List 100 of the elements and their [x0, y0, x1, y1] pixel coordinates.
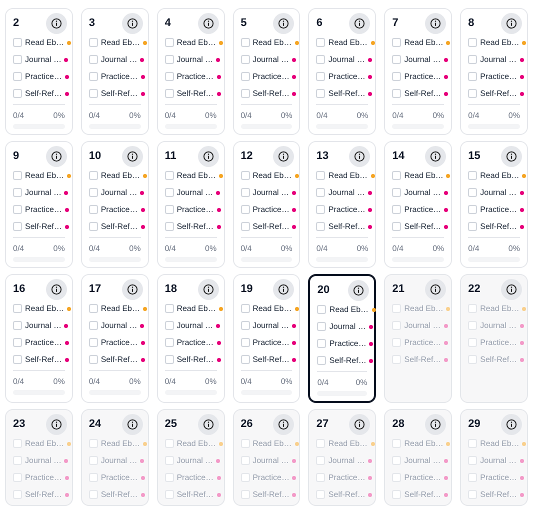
task-checkbox[interactable]	[164, 222, 174, 231]
task-checkbox[interactable]	[392, 89, 402, 98]
task-checkbox[interactable]	[13, 355, 22, 364]
day-card[interactable]: 23 Read Eb… Journal … Practice… Self-Ref…	[5, 409, 73, 506]
day-card[interactable]: 6 Read Eb… Journal … Practice… Self-Ref… 0/4 0%	[308, 8, 376, 135]
task-checkbox[interactable]	[316, 55, 326, 64]
task-checkbox[interactable]	[468, 55, 478, 64]
day-card[interactable]: 18 Read Eb… Journal … Practice… Self-Ref… 0/4 0%	[156, 274, 225, 403]
task-checkbox[interactable]	[13, 456, 22, 465]
day-card[interactable]: 12 Read Eb… Journal … Practice… Self-Ref… 0/4 0%	[232, 141, 300, 268]
task-checkbox[interactable]	[468, 205, 478, 214]
info-button[interactable]	[200, 15, 217, 32]
task-checkbox[interactable]	[240, 205, 250, 214]
task-checkbox[interactable]	[164, 72, 174, 81]
task-checkbox[interactable]	[13, 439, 22, 448]
task-checkbox[interactable]	[317, 305, 326, 314]
task-checkbox[interactable]	[13, 304, 22, 313]
day-card[interactable]: 4 Read Eb… Journal … Practice… Self-Ref… 0/4 0%	[156, 8, 225, 135]
task-checkbox[interactable]	[468, 38, 478, 47]
info-button[interactable]	[124, 416, 141, 433]
task-checkbox[interactable]	[468, 473, 478, 482]
info-button[interactable]	[48, 148, 65, 165]
task-checkbox[interactable]	[164, 439, 174, 448]
day-card[interactable]: 10 Read Eb… Journal … Practice… Self-Ref… 0/4 0%	[80, 141, 149, 268]
info-button[interactable]	[351, 15, 368, 32]
task-checkbox[interactable]	[240, 171, 250, 180]
task-checkbox[interactable]	[240, 355, 250, 364]
day-card[interactable]: 28 Read Eb… Journal … Practice… Self-Ref…	[384, 409, 452, 506]
task-checkbox[interactable]	[88, 490, 98, 499]
day-card[interactable]: 13 Read Eb… Journal … Practice… Self-Ref… 0/4 0%	[308, 141, 376, 268]
day-card[interactable]: 5 Read Eb… Journal … Practice… Self-Ref… 0/4 0%	[232, 8, 300, 135]
task-checkbox[interactable]	[88, 473, 98, 482]
info-button[interactable]	[48, 416, 65, 433]
task-checkbox[interactable]	[88, 338, 98, 347]
task-checkbox[interactable]	[88, 205, 98, 214]
task-checkbox[interactable]	[88, 72, 98, 81]
task-checkbox[interactable]	[240, 188, 250, 197]
task-checkbox[interactable]	[240, 38, 250, 47]
task-checkbox[interactable]	[468, 222, 478, 231]
info-button[interactable]	[351, 148, 368, 165]
task-checkbox[interactable]	[164, 321, 174, 330]
task-checkbox[interactable]	[164, 304, 174, 313]
task-checkbox[interactable]	[13, 188, 22, 197]
task-checkbox[interactable]	[468, 355, 478, 364]
task-checkbox[interactable]	[392, 55, 402, 64]
info-button[interactable]	[48, 15, 65, 32]
task-checkbox[interactable]	[164, 188, 174, 197]
task-checkbox[interactable]	[240, 304, 250, 313]
task-checkbox[interactable]	[468, 439, 478, 448]
task-checkbox[interactable]	[468, 171, 478, 180]
info-button[interactable]	[351, 416, 368, 433]
info-button[interactable]	[275, 281, 292, 298]
info-button[interactable]	[275, 148, 292, 165]
task-checkbox[interactable]	[468, 321, 478, 330]
task-checkbox[interactable]	[240, 72, 250, 81]
day-card[interactable]: 27 Read Eb… Journal … Practice… Self-Ref…	[308, 409, 376, 506]
day-card[interactable]: 11 Read Eb… Journal … Practice… Self-Ref… 0/4 0%	[156, 141, 225, 268]
day-card[interactable]: 17 Read Eb… Journal … Practice… Self-Ref… 0/4 0%	[80, 274, 149, 403]
task-checkbox[interactable]	[88, 89, 98, 98]
task-checkbox[interactable]	[392, 456, 402, 465]
task-checkbox[interactable]	[392, 338, 402, 347]
task-checkbox[interactable]	[88, 55, 98, 64]
task-checkbox[interactable]	[392, 473, 402, 482]
task-checkbox[interactable]	[164, 171, 174, 180]
task-checkbox[interactable]	[88, 355, 98, 364]
info-button[interactable]	[427, 15, 444, 32]
info-button[interactable]	[427, 148, 444, 165]
day-card[interactable]: 14 Read Eb… Journal … Practice… Self-Ref… 0/4 0%	[384, 141, 452, 268]
task-checkbox[interactable]	[392, 222, 402, 231]
day-card[interactable]: 26 Read Eb… Journal … Practice… Self-Ref…	[232, 409, 300, 506]
task-checkbox[interactable]	[316, 89, 326, 98]
task-checkbox[interactable]	[240, 338, 250, 347]
task-checkbox[interactable]	[317, 322, 326, 331]
task-checkbox[interactable]	[468, 490, 478, 499]
task-checkbox[interactable]	[316, 490, 326, 499]
task-checkbox[interactable]	[240, 222, 250, 231]
day-card[interactable]: 8 Read Eb… Journal … Practice… Self-Ref… 0/4 0%	[460, 8, 528, 135]
task-checkbox[interactable]	[468, 72, 478, 81]
day-card[interactable]: 15 Read Eb… Journal … Practice… Self-Ref… 0/4 0%	[460, 141, 528, 268]
day-card[interactable]: 29 Read Eb… Journal … Practice… Self-Ref…	[460, 409, 528, 506]
info-button[interactable]	[124, 148, 141, 165]
task-checkbox[interactable]	[317, 339, 326, 348]
task-checkbox[interactable]	[392, 304, 402, 313]
task-checkbox[interactable]	[164, 338, 174, 347]
task-checkbox[interactable]	[88, 456, 98, 465]
info-button[interactable]	[124, 15, 141, 32]
task-checkbox[interactable]	[164, 89, 174, 98]
task-checkbox[interactable]	[88, 188, 98, 197]
info-button[interactable]	[200, 281, 217, 298]
task-checkbox[interactable]	[13, 205, 22, 214]
task-checkbox[interactable]	[164, 490, 174, 499]
task-checkbox[interactable]	[392, 38, 402, 47]
day-card[interactable]: 19 Read Eb… Journal … Practice… Self-Ref… 0/4 0%	[232, 274, 300, 403]
info-button[interactable]	[427, 416, 444, 433]
task-checkbox[interactable]	[88, 439, 98, 448]
task-checkbox[interactable]	[240, 55, 250, 64]
task-checkbox[interactable]	[13, 55, 22, 64]
task-checkbox[interactable]	[88, 321, 98, 330]
day-card[interactable]: 16 Read Eb… Journal … Practice… Self-Ref… 0/4 0%	[5, 274, 73, 403]
task-checkbox[interactable]	[392, 490, 402, 499]
